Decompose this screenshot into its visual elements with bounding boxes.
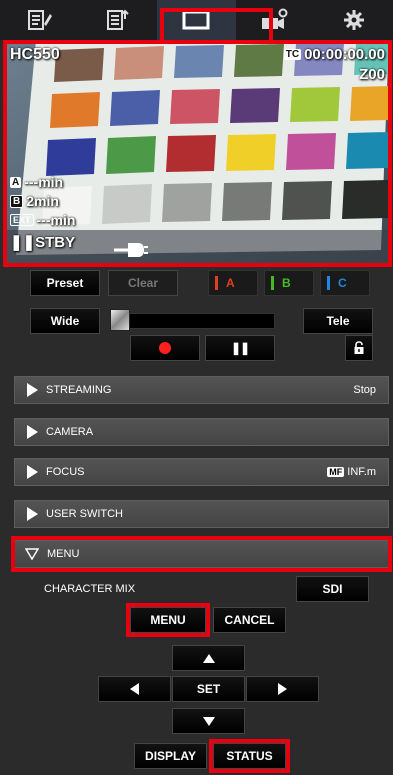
slot-a-remaining: A ---min: [10, 174, 63, 190]
ext-remaining: EXT ---min: [10, 212, 75, 228]
focus-label: FOCUS: [46, 466, 85, 478]
expand-arrow-icon: [27, 507, 38, 521]
monitor-icon: [182, 10, 210, 30]
lock-button[interactable]: [345, 335, 373, 361]
zoom-slider-track[interactable]: [110, 313, 275, 329]
slot-a-color-bar: [215, 276, 218, 290]
playlist-tab[interactable]: [79, 0, 158, 40]
timecode-display: TC 00:00:00.00: [283, 46, 385, 63]
user-switch-label: USER SWITCH: [46, 508, 123, 520]
camera-settings-tab[interactable]: [236, 0, 315, 40]
focus-status: MF INF.m: [327, 466, 376, 478]
ext-value: ---min: [36, 212, 76, 228]
slot-b-value: 2min: [26, 193, 59, 209]
focus-section-header[interactable]: FOCUS MF INF.m: [14, 458, 389, 486]
camera-gear-icon: [262, 8, 288, 29]
streaming-label: STREAMING: [46, 384, 112, 396]
arrow-up-icon: [202, 653, 215, 663]
gear-icon: [343, 10, 364, 30]
zoom-slider-handle[interactable]: [110, 309, 130, 331]
left-button[interactable]: [98, 676, 171, 702]
record-status-text: STBY: [35, 234, 76, 251]
ext-tag: EXT: [10, 214, 34, 226]
preset-slot-a[interactable]: A: [208, 270, 258, 296]
settings-tab[interactable]: [314, 0, 393, 40]
clip-list-icon: [28, 10, 53, 30]
camera-label: CAMERA: [46, 426, 94, 438]
zoom-value: Z00: [359, 66, 385, 83]
expand-arrow-icon: [27, 383, 38, 397]
zoom-wide-button[interactable]: Wide: [30, 308, 100, 334]
streaming-status: Stop: [353, 384, 376, 396]
preset-slot-a-label: A: [226, 276, 235, 290]
preset-slot-c[interactable]: C: [320, 270, 370, 296]
pause-status-icon: ❚❚: [10, 234, 36, 251]
status-button[interactable]: STATUS: [213, 743, 286, 769]
clip-list-tab[interactable]: [0, 0, 79, 40]
collapse-arrow-icon: [25, 548, 39, 560]
camera-section-header[interactable]: CAMERA: [14, 418, 389, 446]
pause-icon: ❚❚: [230, 341, 250, 355]
preset-slot-c-label: C: [338, 276, 347, 290]
live-preview[interactable]: HC550 TC 00:00:00.00 Z00 A ---min B 2min EX…: [6, 40, 389, 264]
set-button[interactable]: SET: [172, 676, 245, 702]
slot-a-value: ---min: [24, 174, 64, 190]
mf-badge: MF: [327, 467, 345, 477]
right-button[interactable]: [246, 676, 319, 702]
sdi-button[interactable]: SDI: [296, 576, 369, 602]
user-switch-section-header[interactable]: USER SWITCH: [14, 500, 389, 528]
model-name: HC550: [10, 46, 60, 63]
focus-value: INF.m: [347, 466, 376, 478]
slot-c-color-bar: [327, 276, 330, 290]
color-checker-chart-image: [6, 40, 389, 264]
preset-slot-b-label: B: [282, 276, 291, 290]
character-mix-label: CHARACTER MIX: [44, 583, 136, 595]
up-button[interactable]: [172, 645, 245, 671]
record-icon: [159, 342, 171, 354]
slot-b-color-bar: [271, 276, 274, 290]
slot-b-tag: B: [10, 195, 24, 208]
tc-tag: TC: [283, 49, 302, 60]
arrow-right-icon: [278, 683, 287, 695]
record-button[interactable]: [130, 335, 200, 361]
record-status: ❚❚STBY: [10, 233, 75, 251]
slot-b-remaining: B 2min: [10, 193, 59, 209]
lock-icon: [354, 341, 364, 354]
expand-arrow-icon: [27, 425, 38, 439]
down-button[interactable]: [172, 708, 245, 734]
top-tab-bar: [0, 0, 393, 40]
menu-button[interactable]: MENU: [130, 607, 206, 633]
slot-a-tag: A: [10, 177, 22, 188]
battery-plug-icon: [114, 243, 148, 257]
arrow-left-icon: [130, 683, 139, 695]
clear-button[interactable]: Clear: [108, 270, 178, 296]
arrow-down-icon: [202, 716, 215, 726]
display-button[interactable]: DISPLAY: [134, 743, 207, 769]
preset-button[interactable]: Preset: [30, 270, 100, 296]
expand-arrow-icon: [27, 465, 38, 479]
zoom-tele-button[interactable]: Tele: [303, 308, 373, 334]
timecode-value: 00:00:00.00: [304, 46, 385, 63]
camera-remote-tab[interactable]: [157, 0, 236, 40]
menu-section-label: MENU: [47, 548, 80, 560]
preset-slot-b[interactable]: B: [264, 270, 314, 296]
playlist-icon: [106, 9, 129, 30]
cancel-button[interactable]: CANCEL: [213, 607, 286, 633]
menu-section-header[interactable]: MENU: [14, 540, 389, 568]
streaming-section-header[interactable]: STREAMING Stop: [14, 376, 389, 404]
pause-button[interactable]: ❚❚: [205, 335, 275, 361]
